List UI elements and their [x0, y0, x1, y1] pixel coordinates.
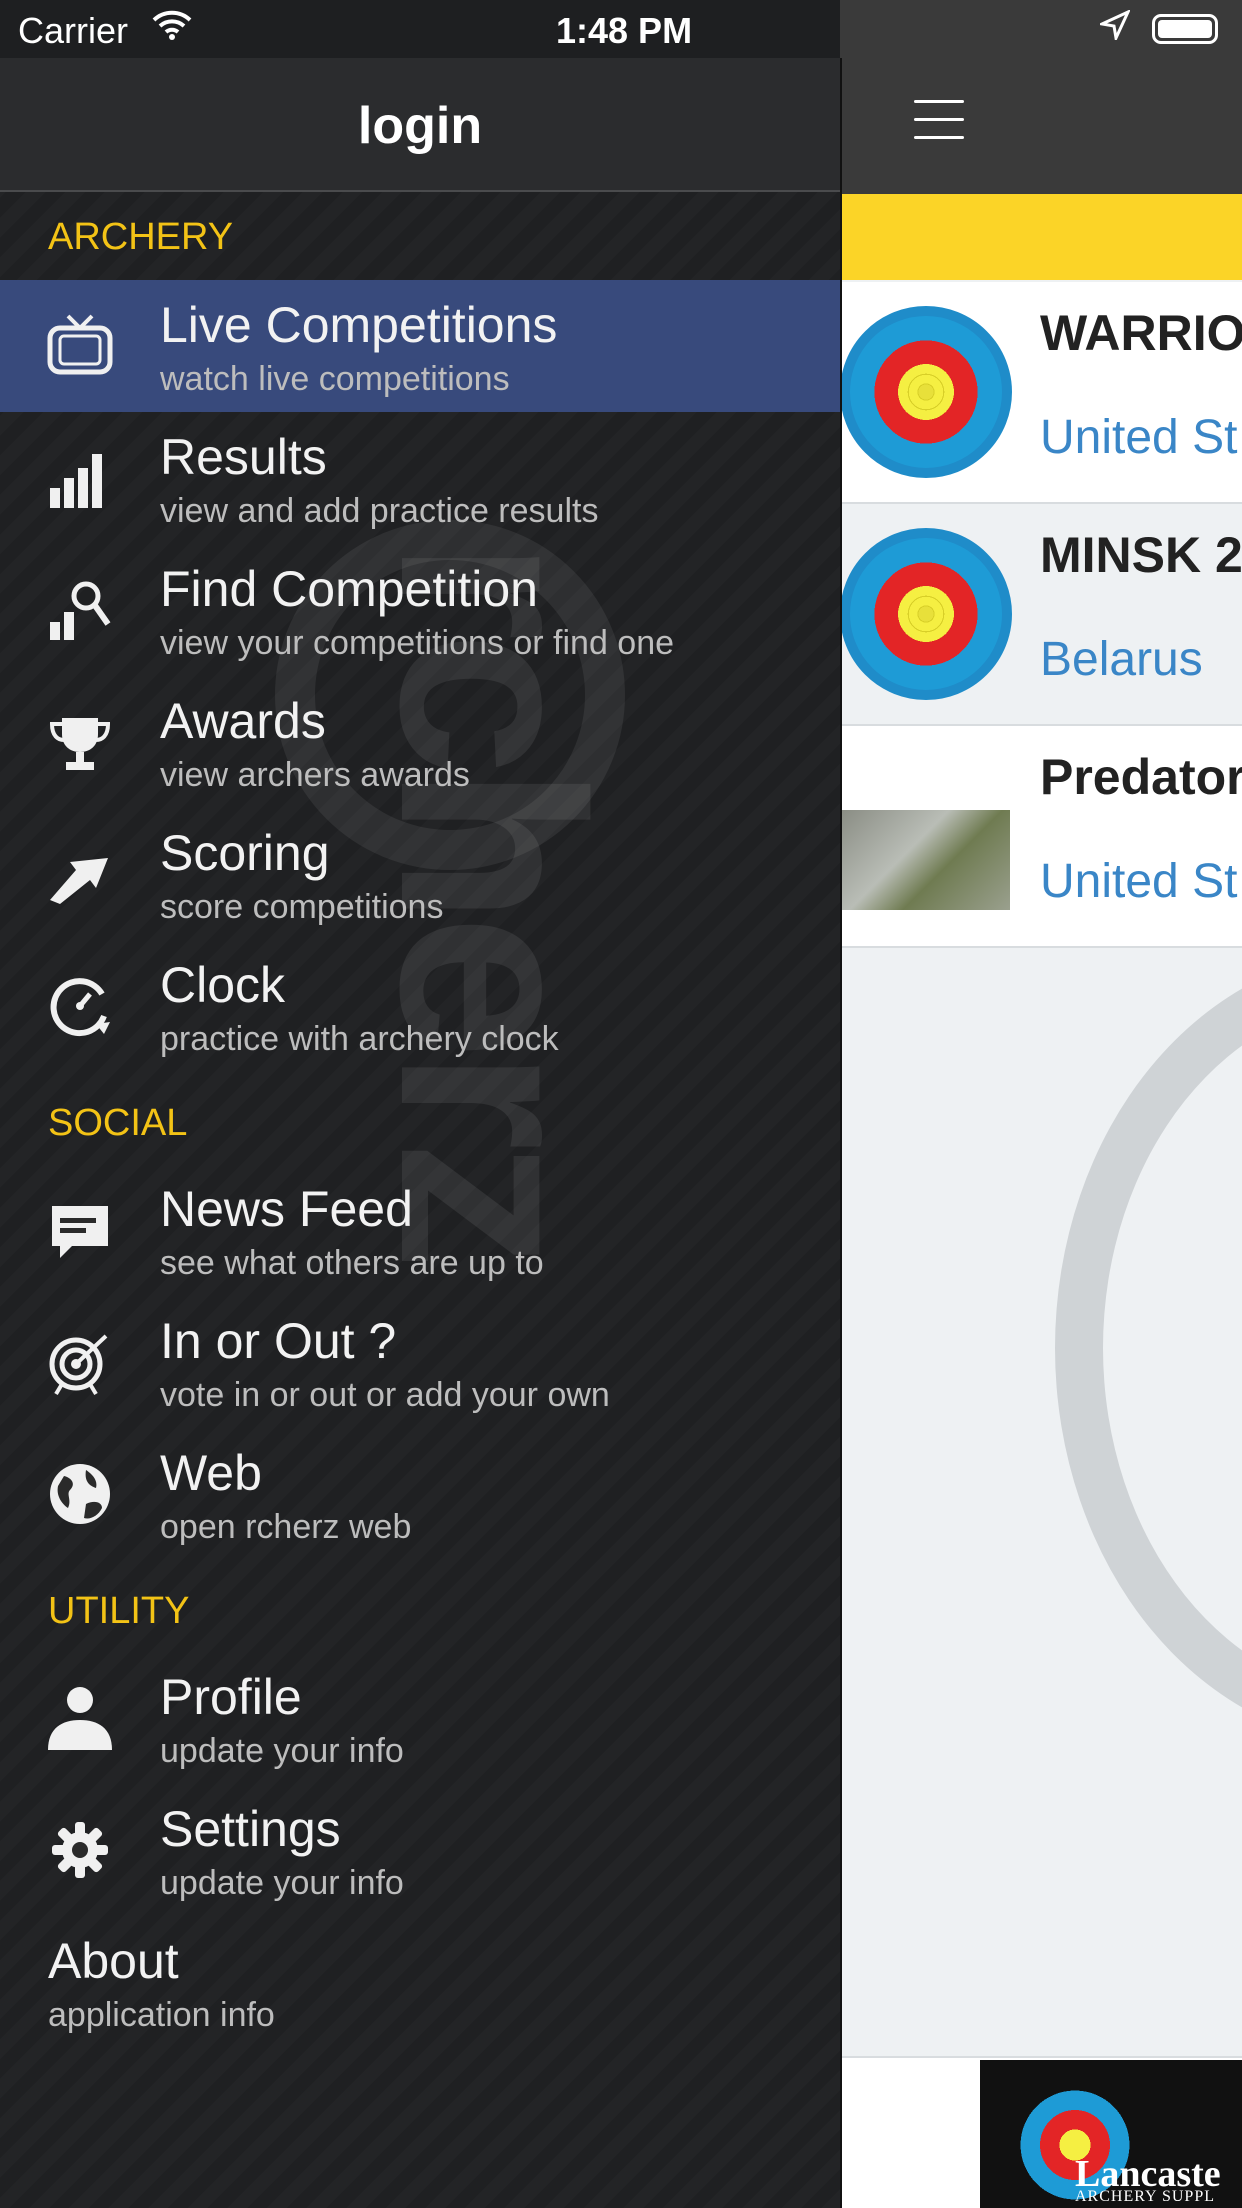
clock-icon — [44, 970, 116, 1042]
menu-item-title: Clock — [160, 957, 286, 1013]
menu-item-results[interactable]: Results view and add practice results — [0, 412, 840, 544]
menu-item-settings[interactable]: Settings update your info — [0, 1784, 840, 1916]
main-content: WARRIO United St MINSK 2 Belarus Predato… — [840, 0, 1242, 2208]
menu-item-subtitle: view archers awards — [160, 756, 470, 794]
competition-row[interactable]: MINSK 2 Belarus — [840, 504, 1242, 726]
competition-title: WARRIO — [1040, 305, 1242, 361]
competition-country: Belarus — [1040, 633, 1203, 686]
menu-item-in-or-out[interactable]: In or Out ? vote in or out or add your o… — [0, 1296, 840, 1428]
main-navbar — [840, 58, 1242, 194]
menu-item-subtitle: see what others are up to — [160, 1244, 544, 1282]
background-watermark — [1055, 950, 1242, 1746]
menu-item-clock[interactable]: Clock practice with archery clock — [0, 940, 840, 1072]
archery-target-icon — [840, 306, 1012, 478]
arrow-up-icon — [44, 838, 116, 910]
location-arrow-icon — [1096, 8, 1132, 49]
sponsor-tagline: ARCHERY SUPPL — [1075, 2188, 1215, 2205]
competition-country: United St — [1040, 411, 1238, 464]
filter-bar[interactable] — [840, 194, 1242, 280]
wifi-icon — [152, 8, 192, 51]
menu-item-subtitle: vote in or out or add your own — [160, 1376, 610, 1414]
menu-item-web[interactable]: Web open rcherz web — [0, 1428, 840, 1560]
battery-icon — [1152, 14, 1218, 44]
user-icon — [44, 1682, 116, 1754]
menu-item-subtitle: view your competitions or find one — [160, 624, 675, 662]
tv-icon — [44, 310, 116, 382]
menu-item-scoring[interactable]: Scoring score competitions — [0, 808, 840, 940]
section-archery: ARCHERY — [48, 216, 234, 258]
status-bar: Carrier 1:48 PM — [0, 0, 1242, 58]
drawer-header: login — [0, 58, 840, 192]
menu-item-title: News Feed — [160, 1181, 413, 1237]
competition-title: MINSK 2 — [1040, 527, 1242, 583]
trophy-icon — [44, 706, 116, 778]
login-title[interactable]: login — [0, 96, 840, 156]
menu-item-title: Profile — [160, 1669, 302, 1725]
menu-item-subtitle: application info — [48, 1996, 275, 2034]
menu-item-title: Scoring — [160, 825, 330, 881]
menu-item-title: Web — [160, 1445, 262, 1501]
competition-list: WARRIO United St MINSK 2 Belarus Predato… — [840, 282, 1242, 948]
menu-item-title: About — [48, 1933, 179, 1989]
competition-row[interactable]: WARRIO United St — [840, 282, 1242, 504]
menu-item-title: Live Competitions — [160, 297, 558, 353]
menu-item-news-feed[interactable]: News Feed see what others are up to — [0, 1164, 840, 1296]
menu-item-title: Find Competition — [160, 561, 538, 617]
globe-icon — [44, 1458, 116, 1530]
menu-item-subtitle: practice with archery clock — [160, 1020, 559, 1058]
archery-target-icon — [840, 528, 1012, 700]
chart-search-icon — [44, 574, 116, 646]
menu-item-live-competitions[interactable]: Live Competitions watch live competition… — [0, 280, 840, 412]
section-social: SOCIAL — [48, 1102, 188, 1144]
competition-title: Predator — [1040, 749, 1242, 805]
bar-chart-icon — [44, 442, 116, 514]
side-drawer: rcherz login ARCHERY Live Competitions w… — [0, 0, 842, 2208]
menu-item-title: In or Out ? — [160, 1313, 397, 1369]
competition-photo — [840, 750, 1012, 922]
carrier-label: Carrier — [18, 10, 129, 51]
menu-item-subtitle: view and add practice results — [160, 492, 599, 530]
menu-item-subtitle: update your info — [160, 1864, 404, 1902]
target-icon — [44, 1326, 116, 1398]
status-time: 1:48 PM — [556, 10, 693, 51]
menu-item-find-competition[interactable]: Find Competition view your competitions … — [0, 544, 840, 676]
menu-hamburger-icon[interactable] — [914, 100, 964, 140]
menu-item-subtitle: update your info — [160, 1732, 404, 1770]
chat-icon — [44, 1194, 116, 1266]
menu-item-title: Results — [160, 429, 327, 485]
competition-row[interactable]: Predator United St — [840, 726, 1242, 948]
menu-item-title: Settings — [160, 1801, 341, 1857]
menu-item-subtitle: open rcherz web — [160, 1508, 412, 1546]
menu-item-subtitle: watch live competitions — [160, 360, 510, 398]
menu-item-profile[interactable]: Profile update your info — [0, 1652, 840, 1784]
gear-icon — [44, 1814, 116, 1886]
competition-country: United St — [1040, 855, 1238, 908]
menu-item-subtitle: score competitions — [160, 888, 444, 926]
menu-item-about[interactable]: About application info — [0, 1916, 840, 2048]
menu-item-awards[interactable]: Awards view archers awards — [0, 676, 840, 808]
menu-item-title: Awards — [160, 693, 326, 749]
section-utility: UTILITY — [48, 1590, 190, 1632]
sponsor-ad[interactable]: Lancaste ARCHERY SUPPL — [980, 2060, 1242, 2208]
